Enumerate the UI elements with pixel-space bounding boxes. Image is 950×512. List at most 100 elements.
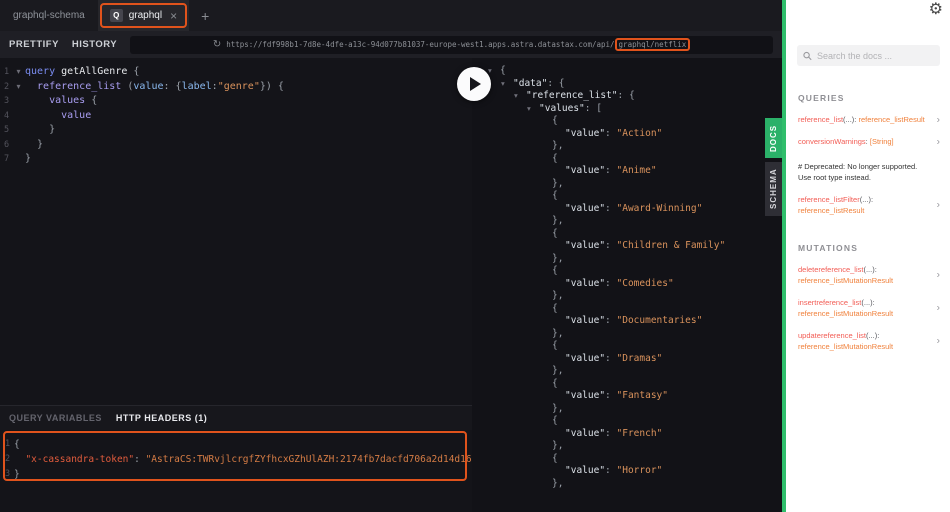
response-line: }, bbox=[552, 177, 564, 189]
tab-graphql[interactable]: Q graphql × bbox=[97, 0, 190, 31]
response-line: { bbox=[552, 227, 558, 239]
response-line: "value": "Award-Winning" bbox=[565, 202, 703, 214]
chevron-right-icon: › bbox=[936, 302, 940, 314]
docs-tab[interactable]: DOCS bbox=[765, 118, 782, 158]
toolbar: PRETTIFY HISTORY ↻ https://fdf998b1-7d8e… bbox=[0, 31, 782, 58]
response-lines: ▾{▾ "data": {▾ "reference_list": {▾ "values… bbox=[488, 65, 782, 490]
chevron-right-icon: › bbox=[936, 114, 940, 125]
chevron-right-icon: › bbox=[936, 269, 940, 281]
docs-entry[interactable]: deletereference_list(...): reference_list… bbox=[798, 264, 940, 286]
response-line: { bbox=[552, 152, 558, 164]
docs-sections: QUERIES reference_list(...): reference_li… bbox=[786, 93, 950, 352]
chevron-right-icon: › bbox=[936, 199, 940, 211]
response-line: }, bbox=[552, 440, 564, 451]
schema-tab-label: SCHEMA bbox=[769, 168, 778, 210]
workspace: 1 ▾ query getAllGenre { 2 ▾ reference_list (… bbox=[0, 58, 782, 512]
response-line: "value": "Comedies" bbox=[565, 277, 674, 289]
response-line: { bbox=[552, 190, 558, 201]
http-headers-tab[interactable]: HTTP HEADERS (1) bbox=[116, 413, 207, 423]
response-line: { bbox=[552, 340, 558, 351]
endpoint-url-input[interactable]: ↻ https://fdf998b1-7d8e-4dfe-a13c-94d077… bbox=[130, 35, 773, 54]
docs-entry[interactable]: insertreference_list(...): reference_list… bbox=[798, 297, 940, 319]
docs-entry[interactable]: conversionWarnings: [String] › bbox=[798, 136, 940, 147]
tab-bar: graphql-schema Q graphql × + bbox=[0, 0, 782, 31]
response-line: "value": "Dramas" bbox=[565, 352, 663, 364]
response-line: ▾{ bbox=[488, 65, 506, 76]
header-line: 1{ bbox=[5, 439, 20, 450]
headers-panel: QUERY VARIABLES HTTP HEADERS (1) 1{ 2 "x-… bbox=[0, 405, 472, 512]
query-line: 6 } bbox=[4, 138, 44, 150]
new-tab-button[interactable]: + bbox=[189, 0, 221, 31]
response-line: }, bbox=[552, 477, 564, 489]
response-line: }, bbox=[552, 290, 564, 301]
response-line: "value": "Horror" bbox=[565, 465, 663, 476]
query-line: 2 ▾ reference_list (value: {label:"genre"… bbox=[4, 80, 284, 92]
docs-panel: ⚙ QUERIES reference_list(...): reference_… bbox=[786, 0, 950, 512]
docs-section-title: QUERIES bbox=[798, 93, 845, 103]
response-line: }, bbox=[552, 215, 564, 226]
search-icon bbox=[803, 51, 812, 60]
history-button[interactable]: HISTORY bbox=[72, 39, 117, 50]
response-line: ▾ "reference_list": { bbox=[514, 90, 635, 101]
response-line: "value": "Fantasy" bbox=[565, 390, 668, 401]
response-line: { bbox=[552, 452, 558, 464]
endpoint-url: https://fdf998b1-7d8e-4dfe-a13c-94d077b8… bbox=[226, 38, 691, 51]
response-line: ▾ "data": { bbox=[501, 77, 565, 89]
docs-entry[interactable]: reference_list(...): reference_listResul… bbox=[798, 114, 940, 125]
docs-tab-label: DOCS bbox=[769, 124, 778, 152]
reload-icon[interactable]: ↻ bbox=[213, 39, 221, 50]
response-line: "value": "Anime" bbox=[565, 165, 657, 176]
response-pane: ▾{▾ "data": {▾ "reference_list": {▾ "values… bbox=[472, 58, 782, 512]
response-line: "value": "Action" bbox=[565, 127, 663, 139]
docs-search-input[interactable] bbox=[816, 50, 934, 61]
chevron-right-icon: › bbox=[936, 335, 940, 347]
headers-panel-tabs: QUERY VARIABLES HTTP HEADERS (1) bbox=[0, 406, 472, 430]
url-highlight-text: graphql/netflix bbox=[618, 40, 687, 49]
query-badge: Q bbox=[109, 9, 123, 22]
query-line: 3 values { bbox=[4, 95, 98, 106]
query-editor[interactable]: 1 ▾ query getAllGenre { 2 ▾ reference_list (… bbox=[0, 58, 472, 512]
docs-entry[interactable]: updatereference_list(...): reference_list… bbox=[798, 330, 940, 352]
headers-editor-lines: 1{ 2 "x-cassandra-token": "AstraCS:TWRvjl… bbox=[0, 437, 472, 482]
close-tab-icon[interactable]: × bbox=[170, 9, 177, 23]
response-line: }, bbox=[552, 252, 564, 264]
query-line: 4 value bbox=[4, 109, 92, 121]
docs-entry[interactable]: reference_listFilter(...): reference_list… bbox=[798, 194, 940, 216]
response-line: }, bbox=[552, 327, 564, 339]
response-line: { bbox=[552, 115, 558, 126]
docs-deprecated-comment: # Deprecated: No longer supported. Use ro… bbox=[798, 162, 918, 182]
response-line: "value": "Children & Family" bbox=[565, 240, 726, 251]
url-prefix: https://fdf998b1-7d8e-4dfe-a13c-94d077b8… bbox=[226, 40, 615, 49]
schema-tab[interactable]: SCHEMA bbox=[765, 162, 782, 216]
settings-gear-icon[interactable]: ⚙ bbox=[929, 2, 943, 18]
annotation-highlight-url: graphql/netflix bbox=[614, 38, 691, 51]
query-variables-tab[interactable]: QUERY VARIABLES bbox=[9, 413, 102, 423]
response-line: }, bbox=[552, 140, 564, 151]
chevron-right-icon: › bbox=[936, 136, 940, 147]
graphql-playground: graphql-schema Q graphql × + PRETTIFY HI… bbox=[0, 0, 950, 512]
prettify-button[interactable]: PRETTIFY bbox=[9, 39, 59, 50]
docs-section-title: MUTATIONS bbox=[798, 243, 859, 253]
response-line: { bbox=[552, 415, 558, 426]
response-line: { bbox=[552, 265, 558, 276]
query-line: 1 ▾ query getAllGenre { bbox=[4, 66, 140, 77]
query-editor-lines: 1 ▾ query getAllGenre { 2 ▾ reference_list (… bbox=[0, 65, 472, 167]
response-line: ▾ "values": [ bbox=[527, 102, 602, 114]
headers-editor[interactable]: 1{ 2 "x-cassandra-token": "AstraCS:TWRvjl… bbox=[0, 430, 472, 512]
play-icon bbox=[470, 77, 481, 91]
response-line: }, bbox=[552, 365, 564, 376]
header-line: 3} bbox=[5, 469, 20, 480]
response-line: { bbox=[552, 377, 558, 389]
query-line: 7} bbox=[4, 153, 32, 164]
response-line: { bbox=[552, 302, 558, 314]
header-line: 2 "x-cassandra-token": "AstraCS:TWRvjlcr… bbox=[5, 454, 472, 465]
tab-graphql-schema[interactable]: graphql-schema bbox=[0, 0, 98, 31]
response-line: }, bbox=[552, 402, 564, 414]
query-line: 5 } bbox=[4, 124, 56, 135]
execute-query-button[interactable] bbox=[457, 67, 491, 101]
tab-label: graphql bbox=[128, 10, 163, 21]
response-line: "value": "Documentaries" bbox=[565, 315, 703, 326]
playground-region: graphql-schema Q graphql × + PRETTIFY HI… bbox=[0, 0, 782, 512]
docs-search[interactable] bbox=[797, 45, 940, 66]
response-line: "value": "French" bbox=[565, 427, 663, 439]
